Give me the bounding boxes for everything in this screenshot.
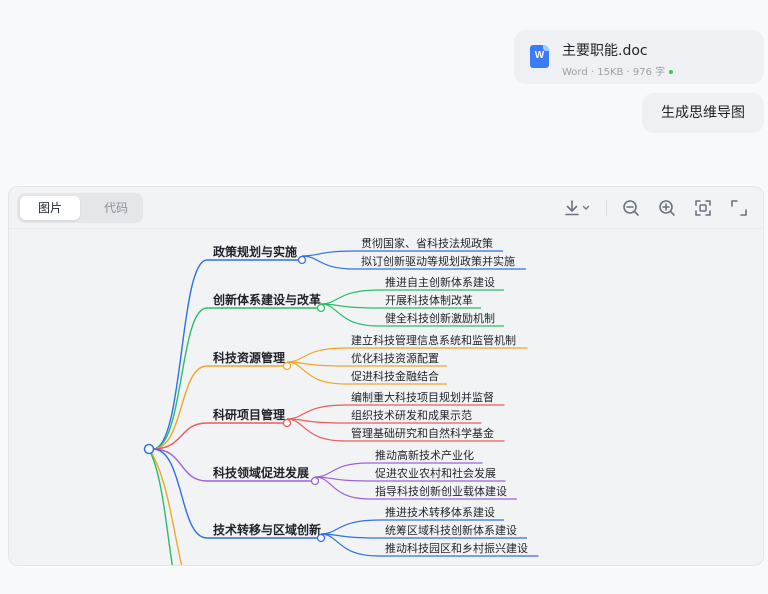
leaf-text-3-2: 管理基础研究和自然科学基金	[351, 426, 494, 440]
attachment-meta: Word · 15KB · 976 字	[562, 63, 674, 78]
branch-title-1: 创新体系建设与改革	[212, 292, 321, 307]
attachment-file-name: 主要职能.doc	[562, 43, 648, 59]
branch-node-3[interactable]	[282, 418, 292, 428]
viewer-toolbar: 图片 代码	[9, 187, 763, 229]
leaf-text-1-0: 推进自主创新体系建设	[385, 275, 495, 289]
leaf-text-4-2: 指导科技创新创业载体建设	[375, 484, 507, 498]
mindmap-viewer: 图片 代码 政策规划与实施 贯彻国家、省科技法规政策 拟订创新驱动等规划政策并实…	[8, 186, 764, 566]
leaf-text-1-2: 健全科技创新激励机制	[385, 311, 495, 325]
tab-code[interactable]: 代码	[86, 196, 146, 220]
leaf-text-2-0: 建立科技管理信息系统和监管机制	[351, 333, 516, 347]
leaf-edge-3-0	[286, 404, 346, 420]
leaf-text-1-1: 开展科技体制改革	[385, 293, 473, 307]
branch-node-5[interactable]	[316, 533, 326, 543]
mindmap-edge-0	[152, 259, 208, 450]
chevron-down-icon	[582, 205, 590, 210]
tab-image[interactable]: 图片	[20, 196, 80, 220]
leaf-text-2-1: 优化科技资源配置	[351, 351, 439, 365]
leaf-text-5-0: 推进技术转移体系建设	[385, 505, 495, 519]
leaf-edge-0-0	[301, 250, 356, 257]
download-button[interactable]	[562, 198, 592, 218]
branch-node-2[interactable]	[282, 361, 292, 371]
branch-title-5: 技术转移与区域创新	[213, 522, 321, 537]
leaf-text-5-2: 推动科技园区和乡村振兴建设	[385, 541, 528, 555]
branch-node-0[interactable]	[297, 255, 307, 265]
leaf-text-3-1: 组织技术研发和成果示范	[351, 408, 472, 422]
fullscreen-button[interactable]	[729, 198, 749, 218]
leaf-edge-2-0	[286, 347, 346, 363]
branch-title-3: 科研项目管理	[213, 407, 285, 422]
zoom-in-icon	[659, 200, 675, 216]
toolbar-divider	[606, 200, 607, 216]
leaf-text-3-0: 编制重大科技项目规划并监督	[351, 390, 494, 404]
zoom-in-button[interactable]	[657, 198, 677, 218]
fit-screen-button[interactable]	[693, 198, 713, 218]
mindmap-edge-offscreen	[148, 448, 183, 565]
leaf-text-0-1: 拟订创新驱动等规划政策并实施	[361, 254, 515, 268]
branch-title-4: 科技领域促进发展	[213, 465, 309, 480]
branch-title-2: 科技资源管理	[213, 350, 285, 365]
fit-screen-icon	[695, 200, 711, 216]
view-tabs: 图片 代码	[17, 193, 143, 223]
branch-title-0: 政策规划与实施	[213, 244, 297, 259]
root-node[interactable]	[143, 443, 155, 455]
zoom-out-icon	[623, 200, 639, 216]
leaf-edge-1-0	[320, 289, 380, 305]
leaf-text-2-2: 促进科技金融结合	[351, 369, 439, 383]
status-dot-icon	[669, 70, 674, 74]
user-message-bubble: 生成思维导图	[642, 93, 764, 133]
leaf-edge-4-0	[314, 462, 370, 478]
mindmap-edge-1	[152, 307, 208, 450]
mindmap-edge-5	[152, 448, 208, 539]
leaf-edge-5-0	[320, 519, 380, 535]
fullscreen-icon	[731, 200, 747, 216]
download-icon	[565, 200, 590, 216]
mindmap-canvas[interactable]: 政策规划与实施 贯彻国家、省科技法规政策拟订创新驱动等规划政策并实施创新体系建设与…	[9, 230, 763, 565]
attachment-card[interactable]: W 主要职能.doc Word · 15KB · 976 字	[514, 30, 764, 84]
leaf-text-0-0: 贯彻国家、省科技法规政策	[361, 236, 493, 250]
leaf-text-4-0: 推动高新技术产业化	[375, 448, 474, 462]
branch-node-1[interactable]	[316, 303, 326, 313]
leaf-text-5-1: 统筹区域科技创新体系建设	[385, 523, 517, 537]
word-doc-icon: W	[530, 45, 549, 68]
zoom-out-button[interactable]	[621, 198, 641, 218]
leaf-edge-0-1	[301, 255, 356, 270]
leaf-text-4-1: 促进农业农村和社会发展	[375, 466, 496, 480]
branch-node-4[interactable]	[310, 476, 320, 486]
mindmap-diagram: 政策规划与实施 贯彻国家、省科技法规政策拟订创新驱动等规划政策并实施创新体系建设与…	[143, 236, 539, 565]
